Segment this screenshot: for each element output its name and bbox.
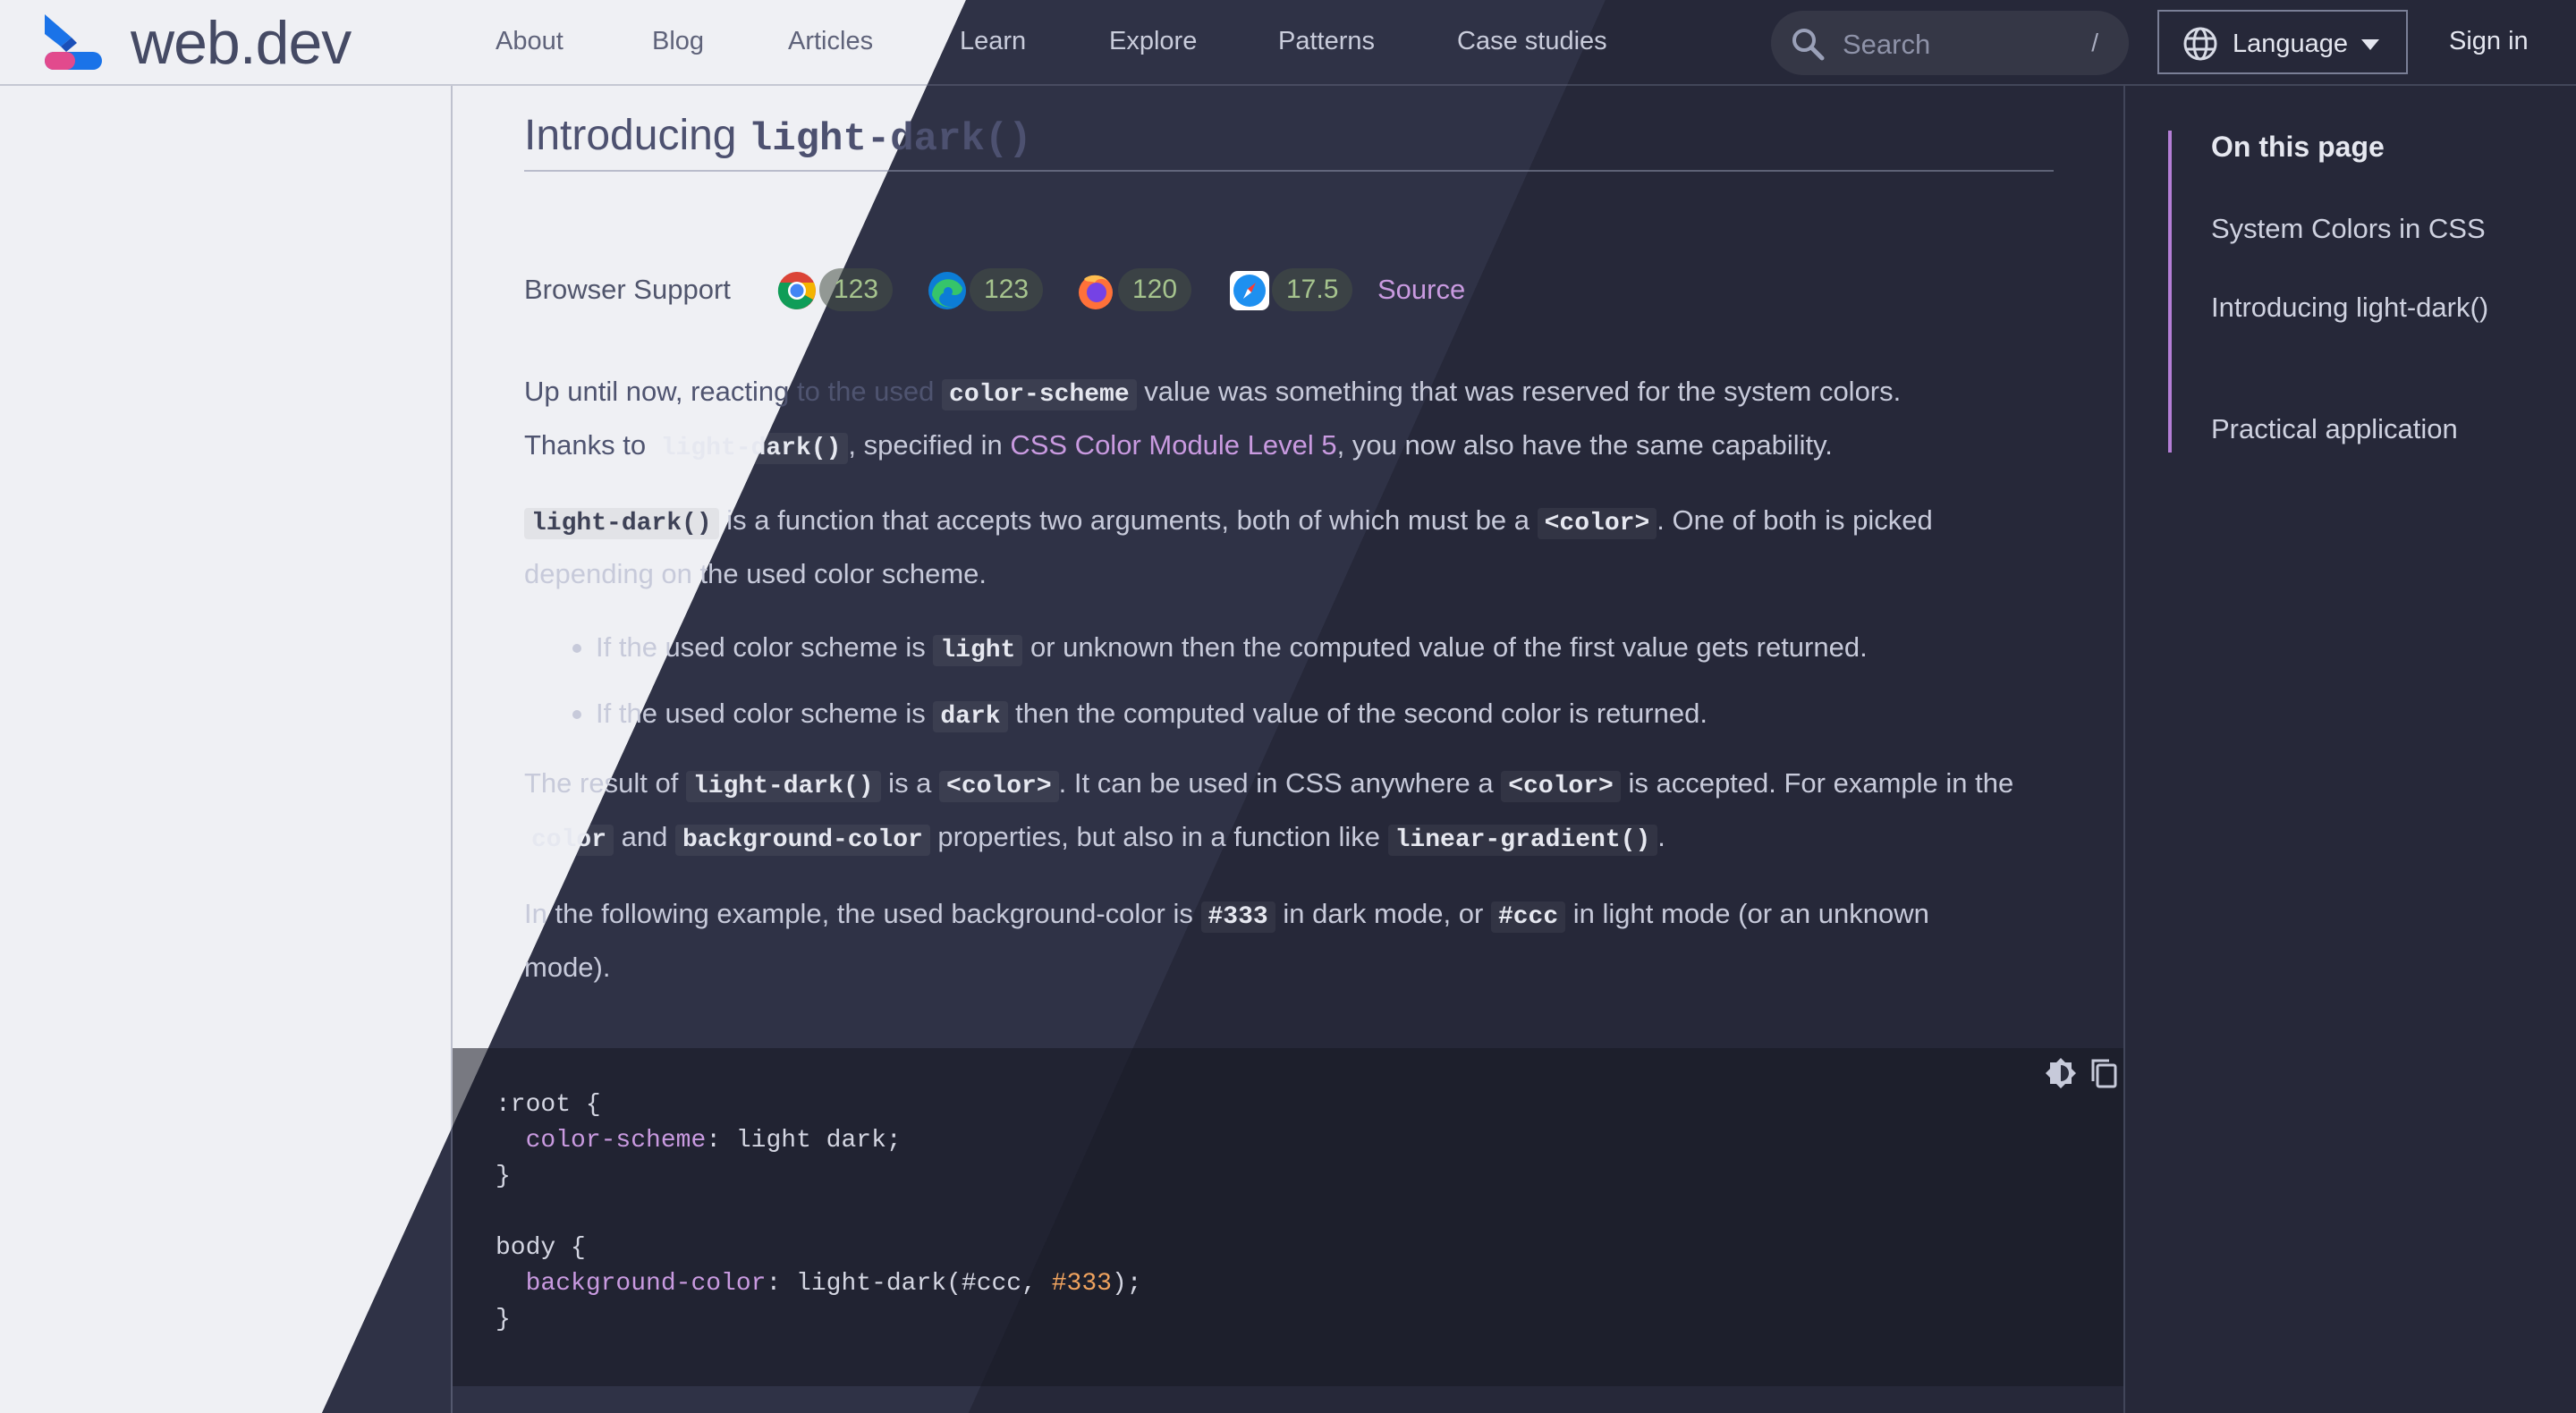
code-line: : light dark; xyxy=(706,1127,902,1155)
p1-code-1: color-scheme xyxy=(942,379,1137,410)
toc-item-introducing-light-dark[interactable]: Introducing light-dark() xyxy=(2211,286,2533,329)
p2-code-2: <color> xyxy=(1537,508,1657,539)
p3-text-1: The result of xyxy=(524,767,686,799)
p3-code-6: linear-gradient() xyxy=(1387,825,1658,856)
code-color-value: #333 xyxy=(1051,1270,1112,1298)
browser-support: Browser Support 123 123 120 17.5 Source xyxy=(524,265,2054,315)
p3-code-3: <color> xyxy=(1501,771,1621,802)
nav-explore[interactable]: Explore xyxy=(1109,27,1197,56)
search-icon xyxy=(1792,29,1825,61)
p3-code-2: <color> xyxy=(939,771,1059,802)
code-block: :root { color-scheme: light dark; } body… xyxy=(453,1048,2123,1386)
paragraph-3: The result of light-dark() is a <color>.… xyxy=(524,758,2063,866)
p3-code-4: color xyxy=(524,825,614,856)
li1-text-2: or unknown then the computed value of th… xyxy=(1022,631,1868,663)
search-shortcut-hint: / xyxy=(2091,29,2098,56)
p2-code-1: light-dark() xyxy=(524,508,719,539)
p4-text-4: mode). xyxy=(524,952,611,983)
code-line: } xyxy=(496,1163,511,1190)
chrome-icon xyxy=(777,272,816,309)
list-item: If the used color scheme is light or unk… xyxy=(572,622,2063,676)
browser-support-label: Browser Support xyxy=(524,274,731,305)
p1-code-2: light-dark() xyxy=(653,433,849,464)
list-item: If the used color scheme is dark then th… xyxy=(572,689,2063,742)
css-color-module-link[interactable]: CSS Color Module Level 5 xyxy=(1010,429,1336,461)
li2-text-2: then the computed value of the second co… xyxy=(1007,698,1707,729)
section-heading: Introducing light-dark() xyxy=(524,111,2054,172)
code-line: : light-dark(#ccc, xyxy=(766,1270,1052,1298)
bullet xyxy=(572,710,581,719)
nav-articles[interactable]: Articles xyxy=(788,27,873,56)
nav-learn[interactable]: Learn xyxy=(960,27,1026,56)
site-header: web.dev About Blog Articles Learn Explor… xyxy=(0,0,2576,86)
language-label: Language xyxy=(2233,30,2349,58)
toc-item-system-colors[interactable]: System Colors in CSS xyxy=(2211,207,2533,250)
p2-text-2: . One of both is picked xyxy=(1657,504,1933,536)
heading-code: light-dark() xyxy=(748,117,1032,162)
li1-code: light xyxy=(933,635,1023,666)
chrome-version: 123 xyxy=(819,268,894,311)
li2-text-1: If the used color scheme is xyxy=(596,698,934,729)
edge-version: 123 xyxy=(970,268,1044,311)
copy-icon[interactable] xyxy=(2086,1055,2122,1091)
nav-case-studies[interactable]: Case studies xyxy=(1457,27,1607,56)
paragraph-2: light-dark() is a function that accepts … xyxy=(524,495,2063,599)
p4-text-1: In the following example, the used backg… xyxy=(524,898,1201,929)
paragraph-1: Up until now, reacting to the used color… xyxy=(524,367,2063,474)
p3-text-4: is accepted. For example in the xyxy=(1620,767,2014,799)
li1-text-1: If the used color scheme is xyxy=(596,631,934,663)
p3-text-7: . xyxy=(1657,821,1665,852)
web-dev-logo-icon[interactable] xyxy=(41,11,106,73)
p1-text-4: , specified in xyxy=(848,429,1011,461)
p1-text-2: value was something that was reserved fo… xyxy=(1136,376,1902,407)
p1-text-3: Thanks to xyxy=(524,429,654,461)
p3-code-5: background-color xyxy=(674,825,930,856)
caret-down-icon xyxy=(2361,39,2379,50)
paragraph-4: In the following example, the used backg… xyxy=(524,889,2063,993)
p3-text-2: is a xyxy=(880,767,940,799)
code-property: background-color xyxy=(525,1270,767,1298)
p2-text-1: is a function that accepts two arguments… xyxy=(718,504,1538,536)
toc-title: On this page xyxy=(2211,131,2385,163)
nav-patterns[interactable]: Patterns xyxy=(1278,27,1375,56)
p3-text-6: properties, but also in a function like xyxy=(929,821,1388,852)
p3-text-5: and xyxy=(614,821,675,852)
li2-code: dark xyxy=(933,701,1008,732)
theme-toggle-icon[interactable] xyxy=(2043,1055,2079,1091)
code-line: } xyxy=(496,1306,511,1333)
toc-divider xyxy=(2123,86,2125,1413)
nav-about[interactable]: About xyxy=(496,27,564,56)
p4-text-2: in dark mode, or xyxy=(1275,898,1491,929)
code-line: :root { xyxy=(496,1091,601,1119)
search-input[interactable]: Search xyxy=(1843,29,1930,61)
nav-blog[interactable]: Blog xyxy=(652,27,704,56)
language-button[interactable]: Language xyxy=(2157,10,2408,74)
firefox-version: 120 xyxy=(1118,268,1192,311)
bullet xyxy=(572,644,581,653)
p3-text-3: . It can be used in CSS anywhere a xyxy=(1058,767,1502,799)
code-line: body { xyxy=(496,1234,586,1262)
p3-code-1: light-dark() xyxy=(685,771,881,802)
safari-icon xyxy=(1230,271,1269,310)
firefox-icon xyxy=(1079,275,1113,309)
toc-indicator xyxy=(2168,131,2172,453)
safari-version: 17.5 xyxy=(1272,268,1353,311)
source-link[interactable]: Source xyxy=(1377,274,1465,306)
sign-in-link[interactable]: Sign in xyxy=(2449,27,2529,56)
p1-text-5: , you now also have the same capability. xyxy=(1336,429,1833,461)
globe-icon xyxy=(2183,27,2217,61)
search-box[interactable]: Search / xyxy=(1771,11,2129,75)
edge-icon xyxy=(928,272,966,309)
p4-code-1: #333 xyxy=(1200,901,1275,933)
heading-text: Introducing xyxy=(524,112,749,159)
code-line: ); xyxy=(1111,1270,1142,1298)
p4-text-3: in light mode (or an unknown xyxy=(1565,898,1929,929)
p2-text-3: depending on the used color scheme. xyxy=(524,558,987,589)
toc-item-practical-application[interactable]: Practical application xyxy=(2211,408,2533,451)
p1-text-1: Up until now, reacting to the used xyxy=(524,376,943,407)
code-property: color-scheme xyxy=(525,1127,707,1155)
code-content: :root { color-scheme: light dark; } body… xyxy=(496,1087,1142,1338)
p4-code-2: #ccc xyxy=(1490,901,1566,933)
brand-name[interactable]: web.dev xyxy=(131,4,352,82)
